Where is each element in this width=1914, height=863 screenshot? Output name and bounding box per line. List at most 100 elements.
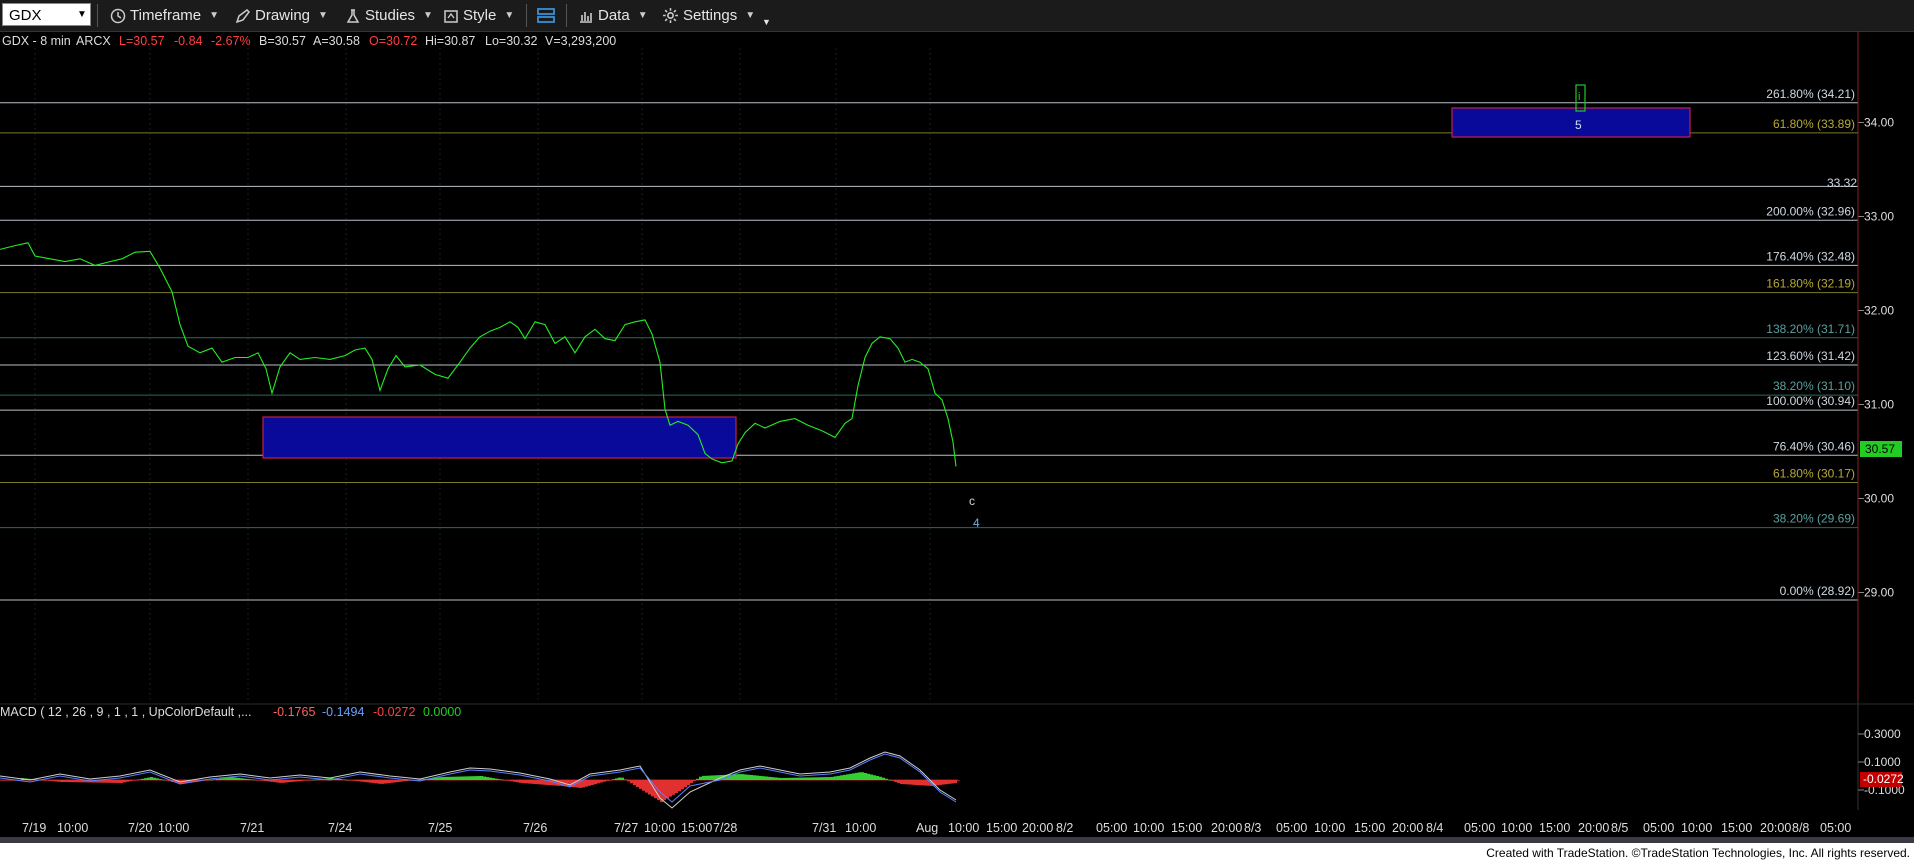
macd-bar	[306, 780, 309, 781]
macd-bar	[294, 780, 297, 782]
time-tick-label: 7/26	[523, 821, 547, 835]
macd-bar	[495, 778, 498, 780]
time-tick-label: 10:00	[1314, 821, 1345, 835]
macd-bar	[300, 780, 303, 781]
macd-bar	[477, 776, 480, 780]
copyright-text: Created with TradeStation. ©TradeStation…	[1486, 846, 1910, 860]
macd-bar	[237, 777, 240, 780]
macd-bar	[756, 775, 759, 780]
caret-down-icon: ▼	[209, 10, 220, 21]
macd-bar	[795, 777, 798, 780]
macd-bar	[273, 780, 276, 783]
bid-value: B=30.57	[259, 34, 306, 48]
macd-bar	[102, 780, 105, 783]
price-chart[interactable]: 261.80% (34.21) 61.80% (33.89) 200.00% (32…	[0, 31, 1914, 843]
macd-bar	[291, 780, 294, 782]
macd-bar	[849, 773, 852, 780]
gear-icon	[663, 8, 678, 23]
macd-bar	[375, 780, 378, 784]
macd-bar	[207, 780, 210, 781]
macd-bar	[540, 780, 543, 785]
timeframe-menu[interactable]: Timeframe ▼	[110, 0, 219, 31]
macd-bar	[354, 780, 357, 781]
macd-bar	[600, 780, 603, 783]
macd-last-value: -0.0272	[1863, 772, 1904, 786]
price-tick-label: 34.00	[1864, 116, 1894, 130]
studies-menu[interactable]: Studies ▼	[345, 0, 433, 31]
change-pct: -2.67%	[211, 34, 251, 48]
settings-menu[interactable]: Settings ▼	[662, 0, 755, 31]
macd-bar	[51, 780, 54, 782]
macd-bar	[48, 780, 51, 781]
wave-label-5: 5	[1575, 118, 1582, 132]
macd-bar	[63, 780, 66, 783]
price-tick-label: 31.00	[1864, 398, 1894, 412]
macd-bar	[954, 780, 957, 784]
macd-bar	[213, 779, 216, 780]
time-tick-label: 05:00	[1096, 821, 1127, 835]
macd-bar	[906, 780, 909, 785]
time-tick-label: 10:00	[644, 821, 675, 835]
macd-bar	[54, 780, 57, 782]
time-tick-label: 15:00	[1721, 821, 1752, 835]
symbol-input[interactable]: GDX ▼	[2, 3, 91, 26]
macd-bar	[801, 777, 804, 780]
fib-label: 176.40% (32.48)	[1766, 249, 1855, 263]
macd-bar	[759, 775, 762, 780]
macd-bar	[75, 780, 78, 783]
macd-bar	[357, 780, 360, 782]
macd-bar	[888, 779, 891, 781]
layout-button[interactable]	[536, 0, 560, 31]
macd-bar	[531, 780, 534, 784]
macd-bar	[705, 775, 708, 780]
macd-bar	[939, 780, 942, 785]
time-tick-label: 7/28	[713, 821, 737, 835]
macd-bar	[624, 779, 627, 781]
flask-icon	[346, 8, 360, 23]
time-tick-label: 20:00	[1392, 821, 1423, 835]
macd-bar	[684, 780, 687, 788]
fib-label: 38.20% (31.10)	[1773, 379, 1855, 393]
macd-bar	[315, 779, 318, 781]
macd-bar	[768, 776, 771, 780]
macd-bar	[462, 776, 465, 780]
macd-bar	[285, 780, 288, 783]
bar-chart-icon	[580, 11, 592, 23]
macd-bar	[252, 779, 255, 781]
style-menu[interactable]: Style ▼	[443, 0, 514, 31]
macd-bar	[762, 776, 765, 780]
macd-bar	[222, 778, 225, 780]
macd-bar	[687, 780, 690, 786]
time-tick-label: 8/8	[1792, 821, 1809, 835]
macd-bar	[897, 780, 900, 783]
macd-bar	[144, 778, 147, 780]
macd-bar	[390, 780, 393, 783]
macd-bar	[945, 780, 948, 785]
macd-bar	[804, 777, 807, 780]
macd-bar	[363, 780, 366, 782]
settings-label: Settings	[683, 7, 738, 24]
macd-bar	[126, 780, 129, 782]
macd-bar	[915, 780, 918, 785]
macd-bar	[339, 779, 342, 780]
macd-bar	[129, 780, 132, 782]
layout-icon	[537, 7, 555, 23]
ask-value: A=30.58	[313, 34, 360, 48]
data-menu[interactable]: Data ▼	[578, 0, 648, 31]
macd-bar	[855, 772, 858, 780]
macd-bar	[111, 780, 114, 783]
studies-label: Studies	[365, 7, 416, 24]
time-tick-label: 05:00	[1643, 821, 1674, 835]
macd-bar	[585, 780, 588, 787]
macd-bar	[123, 780, 126, 783]
drawing-menu[interactable]: Drawing ▼	[235, 0, 328, 31]
macd-bar	[489, 777, 492, 780]
macd-bar	[894, 780, 897, 782]
chevron-down-icon[interactable]: ▼	[77, 9, 87, 20]
macd-bar	[228, 777, 231, 780]
macd-bar	[3, 780, 6, 781]
macd-bar	[594, 780, 597, 785]
macd-bar	[444, 776, 447, 780]
fib-label: 200.00% (32.96)	[1766, 204, 1855, 218]
time-tick-label: 7/25	[428, 821, 452, 835]
